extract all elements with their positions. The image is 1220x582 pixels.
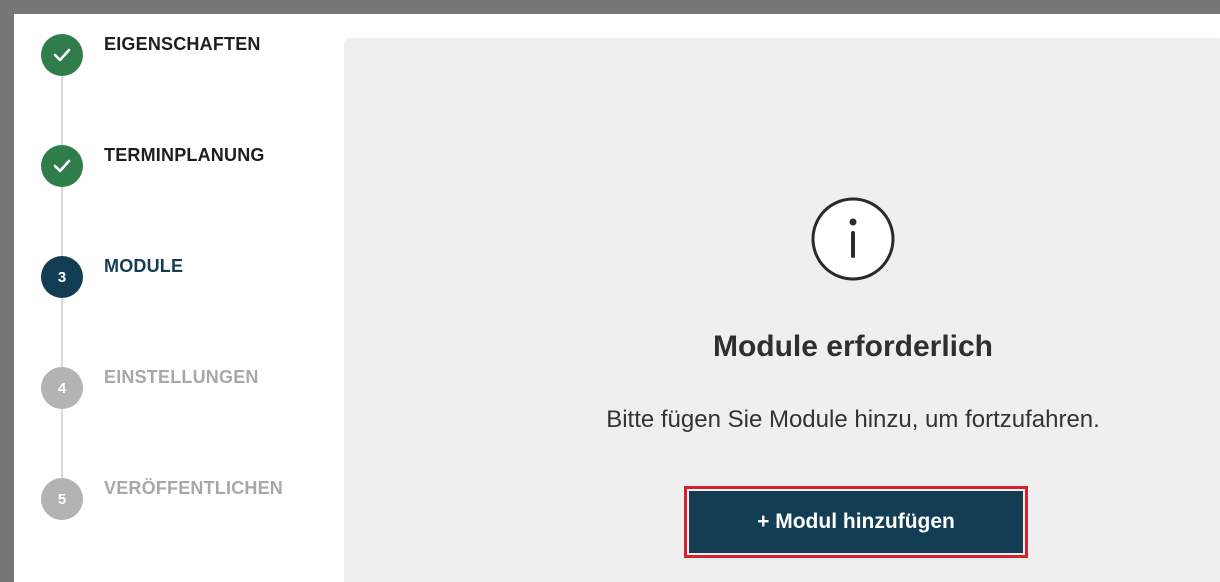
step-veroeffentlichen[interactable]: 5 VERÖFFENTLICHEN — [41, 478, 341, 520]
stepper: EIGENSCHAFTEN TERMINPLANUNG 3 MODULE 4 E… — [14, 14, 344, 582]
add-module-button[interactable]: + Modul hinzufügen — [689, 491, 1023, 553]
step-label: TERMINPLANUNG — [104, 145, 265, 165]
step-label: EINSTELLUNGEN — [104, 367, 259, 387]
step-label: VERÖFFENTLICHEN — [104, 478, 284, 498]
check-icon — [41, 34, 83, 76]
step-connector — [61, 186, 63, 257]
empty-state-panel: Module erforderlich Bitte fügen Sie Modu… — [344, 38, 1220, 582]
step-number: 4 — [41, 367, 83, 409]
step-einstellungen[interactable]: 4 EINSTELLUNGEN — [41, 367, 341, 409]
step-connector — [61, 297, 63, 368]
info-icon — [811, 197, 895, 281]
app-frame: EIGENSCHAFTEN TERMINPLANUNG 3 MODULE 4 E… — [14, 14, 1220, 582]
step-number: 3 — [41, 256, 83, 298]
step-label: EIGENSCHAFTEN — [104, 34, 261, 54]
step-connector — [61, 408, 63, 479]
step-eigenschaften[interactable]: EIGENSCHAFTEN — [41, 34, 341, 76]
empty-state-message: Bitte fügen Sie Module hinzu, um fortzuf… — [606, 406, 1100, 433]
step-terminplanung[interactable]: TERMINPLANUNG — [41, 145, 341, 187]
step-connector — [61, 75, 63, 146]
empty-state-title: Module erforderlich — [712, 330, 994, 363]
check-icon — [41, 145, 83, 187]
step-module[interactable]: 3 MODULE — [41, 256, 341, 298]
step-number: 5 — [41, 478, 83, 520]
step-label: MODULE — [104, 256, 184, 276]
